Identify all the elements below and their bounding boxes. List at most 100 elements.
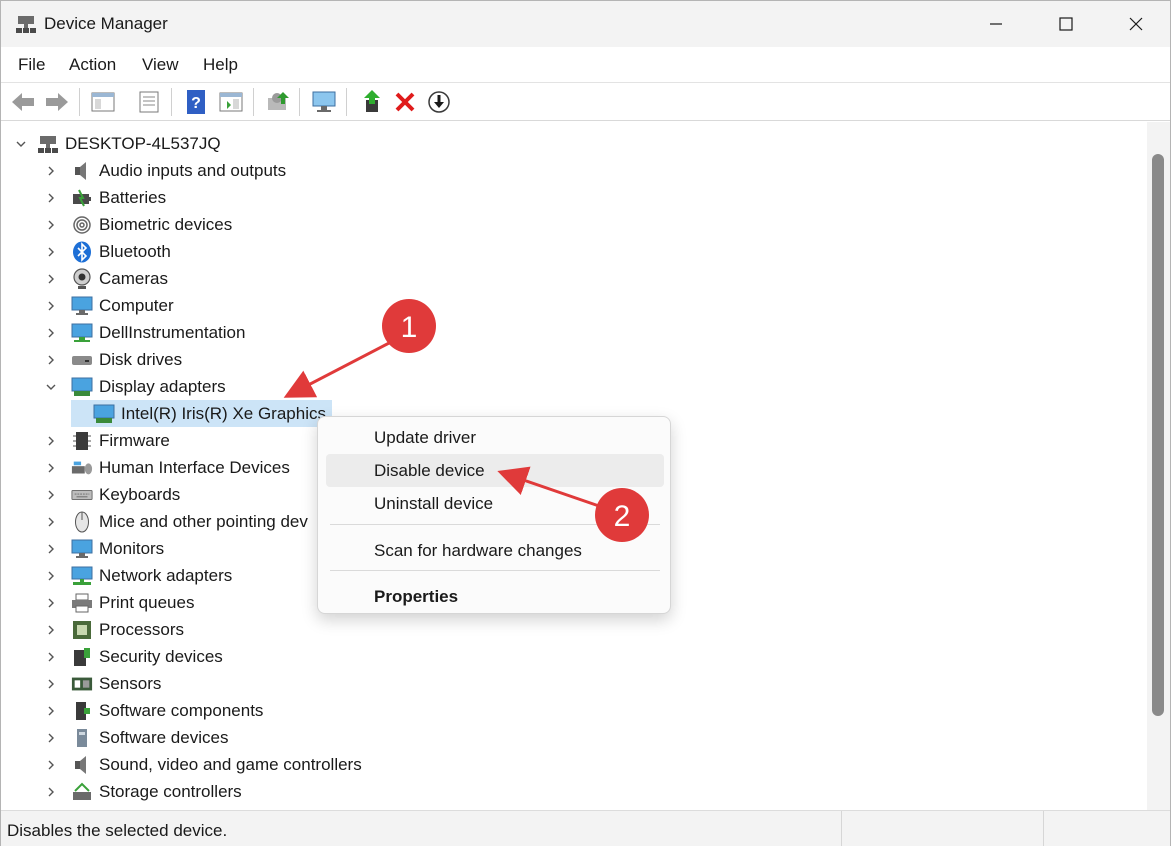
tree-category-label: Software devices (99, 727, 229, 747)
chevron-right-icon[interactable] (43, 433, 59, 449)
storage-controller-icon (71, 781, 93, 803)
menu-bar: File Action View Help (1, 47, 1170, 83)
tree-category[interactable]: Batteries (43, 184, 166, 211)
chevron-down-icon[interactable] (43, 379, 59, 395)
computer-icon (37, 133, 59, 155)
tree-category-label: Display adapters (99, 376, 226, 396)
title-bar: Device Manager (1, 1, 1170, 47)
tree-category[interactable]: Display adapters (43, 373, 226, 400)
display-adapter-icon (93, 403, 115, 425)
chevron-right-icon[interactable] (43, 217, 59, 233)
tree-category[interactable]: Software components (43, 697, 263, 724)
device-manager-app-icon (15, 13, 37, 35)
action-pane-icon[interactable] (217, 88, 245, 116)
status-bar: Disables the selected device. (1, 810, 1170, 846)
tree-category[interactable]: Cameras (43, 265, 168, 292)
minimize-button[interactable] (961, 1, 1031, 47)
tree-category[interactable]: Software devices (43, 724, 228, 751)
device-manager-window: Device Manager File Action View Help ? D… (0, 0, 1171, 846)
chevron-right-icon[interactable] (43, 460, 59, 476)
bluetooth-icon (71, 241, 93, 263)
tree-category-label: DellInstrumentation (99, 322, 246, 342)
tree-category[interactable]: Print queues (43, 589, 194, 616)
chevron-right-icon[interactable] (43, 568, 59, 584)
tree-category[interactable]: Storage controllers (43, 778, 242, 805)
tree-category[interactable]: Processors (43, 616, 184, 643)
monitor-icon (71, 538, 93, 560)
chevron-right-icon[interactable] (43, 730, 59, 746)
menu-uninstall-device[interactable]: Uninstall device (326, 487, 664, 520)
chevron-right-icon[interactable] (43, 784, 59, 800)
back-icon[interactable] (9, 88, 37, 116)
chevron-right-icon[interactable] (43, 757, 59, 773)
disable-icon[interactable] (425, 88, 453, 116)
tree-category[interactable]: Keyboards (43, 481, 180, 508)
tree-category[interactable]: Mice and other pointing dev (43, 508, 308, 535)
chevron-right-icon[interactable] (43, 352, 59, 368)
menu-help[interactable]: Help (203, 55, 238, 75)
tree-category[interactable]: Network adapters (43, 562, 232, 589)
tree-category[interactable]: Sensors (43, 670, 161, 697)
tree-category[interactable]: Disk drives (43, 346, 182, 373)
tree-category-label: Human Interface Devices (99, 457, 290, 477)
chevron-right-icon[interactable] (43, 703, 59, 719)
tree-category[interactable]: Firmware (43, 427, 170, 454)
show-hide-console-tree-icon[interactable] (89, 88, 117, 116)
software-device-icon (71, 727, 93, 749)
menu-update-driver[interactable]: Update driver (326, 421, 664, 454)
chevron-right-icon[interactable] (43, 541, 59, 557)
uninstall-icon[interactable] (391, 88, 419, 116)
speaker-icon (71, 160, 93, 182)
tree-root[interactable]: DESKTOP-4L537JQ (13, 130, 221, 157)
chevron-right-icon[interactable] (43, 244, 59, 260)
tree-category-label: Software components (99, 700, 264, 720)
chevron-right-icon[interactable] (43, 514, 59, 530)
menu-view[interactable]: View (142, 55, 179, 75)
tree-category-label: Biometric devices (99, 214, 233, 234)
help-icon[interactable]: ? (182, 88, 210, 116)
tree-category[interactable]: Sound, video and game controllers (43, 751, 362, 778)
menu-scan-hardware[interactable]: Scan for hardware changes (326, 534, 664, 567)
menu-action[interactable]: Action (69, 55, 116, 75)
tree-category[interactable]: DellInstrumentation (43, 319, 245, 346)
chevron-right-icon[interactable] (43, 487, 59, 503)
chevron-right-icon[interactable] (43, 163, 59, 179)
scrollbar-thumb[interactable] (1152, 154, 1164, 716)
chevron-right-icon[interactable] (43, 298, 59, 314)
monitor-icon[interactable] (310, 88, 338, 116)
window-title: Device Manager (44, 14, 168, 33)
forward-icon[interactable] (43, 88, 71, 116)
chevron-right-icon[interactable] (43, 676, 59, 692)
properties-icon[interactable] (135, 88, 163, 116)
disk-drive-icon (71, 349, 93, 371)
tree-category[interactable]: Audio inputs and outputs (43, 157, 286, 184)
chevron-right-icon[interactable] (43, 325, 59, 341)
tree-category[interactable]: Computer (43, 292, 174, 319)
chevron-right-icon[interactable] (43, 595, 59, 611)
tree-category[interactable]: Human Interface Devices (43, 454, 290, 481)
tree-category[interactable]: Biometric devices (43, 211, 232, 238)
tree-category[interactable]: Bluetooth (43, 238, 171, 265)
close-button[interactable] (1101, 1, 1171, 47)
chevron-right-icon[interactable] (43, 190, 59, 206)
tree-device-selected[interactable]: Intel(R) Iris(R) Xe Graphics (71, 400, 332, 427)
battery-icon (71, 187, 93, 209)
menu-disable-device[interactable]: Disable device (326, 454, 664, 487)
menu-file[interactable]: File (18, 55, 45, 75)
scan-hardware-icon[interactable] (264, 88, 292, 116)
chevron-right-icon[interactable] (43, 271, 59, 287)
menu-properties[interactable]: Properties (326, 580, 664, 613)
vertical-scrollbar[interactable] (1147, 122, 1170, 810)
tree-category-label: Security devices (99, 646, 223, 666)
chevron-down-icon[interactable] (13, 136, 29, 152)
tree-category[interactable]: Monitors (43, 535, 164, 562)
chevron-right-icon[interactable] (43, 622, 59, 638)
sensor-icon (71, 673, 93, 695)
tree-category-label: Computer (99, 295, 174, 315)
speaker-icon (71, 754, 93, 776)
tree-category-label: Network adapters (99, 565, 233, 585)
update-driver-icon[interactable] (358, 88, 386, 116)
chevron-right-icon[interactable] (43, 649, 59, 665)
maximize-button[interactable] (1031, 1, 1101, 47)
tree-category[interactable]: Security devices (43, 643, 223, 670)
